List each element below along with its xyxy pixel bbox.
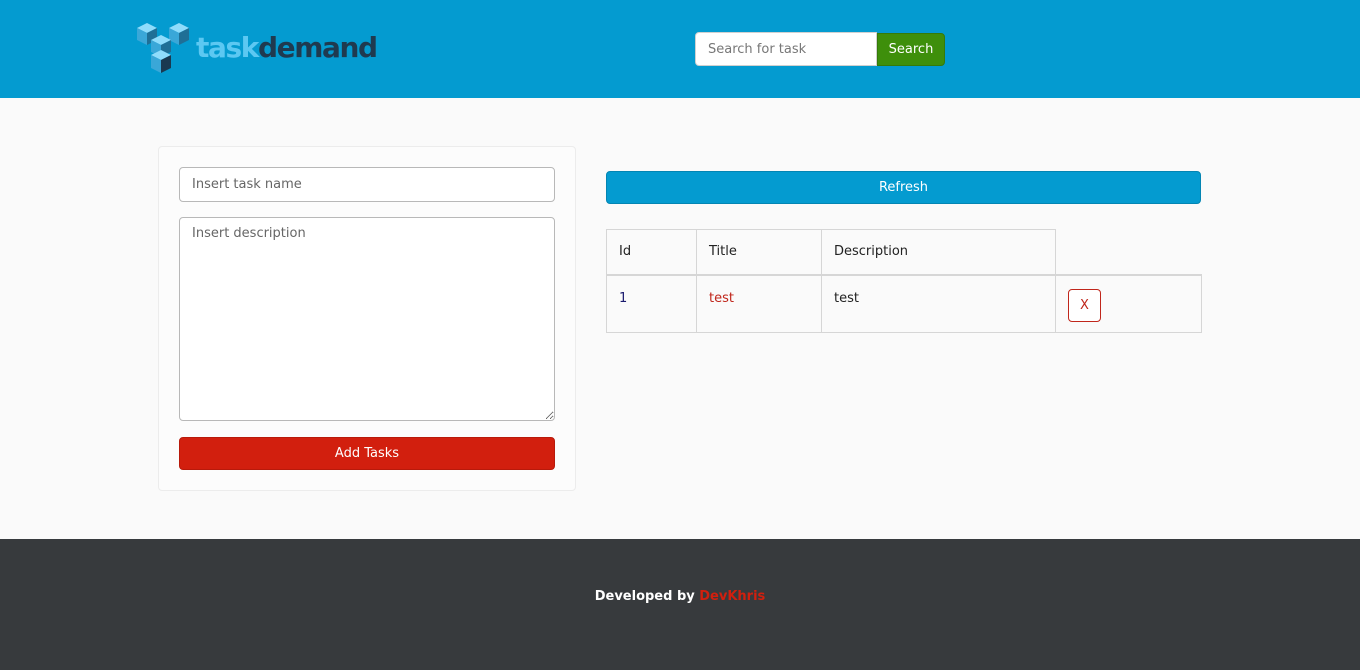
task-description-cell: test [821, 274, 1056, 333]
logo-text-task: task [196, 31, 259, 64]
column-header-actions [1055, 229, 1202, 276]
add-task-form: Add Tasks [158, 146, 576, 491]
column-header-title: Title [696, 229, 822, 276]
task-actions-cell: X [1055, 274, 1202, 333]
search-input[interactable] [695, 32, 877, 66]
table-row: 1 test test X [606, 274, 1202, 333]
footer: Developed by DevKhris [0, 539, 1360, 670]
task-title-cell[interactable]: test [696, 274, 822, 333]
column-header-description: Description [821, 229, 1056, 276]
tasks-table: Id Title Description 1 test test X [606, 229, 1202, 333]
column-header-id: Id [606, 229, 697, 276]
table-header-row: Id Title Description [606, 229, 1202, 276]
delete-task-button[interactable]: X [1068, 288, 1101, 322]
header: taskdemand Search [0, 0, 1360, 98]
task-name-input[interactable] [179, 167, 555, 202]
refresh-button[interactable]: Refresh [606, 171, 1201, 204]
footer-credit: Developed by DevKhris [0, 589, 1360, 604]
logo-text-demand: demand [257, 31, 378, 64]
search-button[interactable]: Search [877, 33, 945, 66]
add-tasks-button[interactable]: Add Tasks [179, 437, 555, 470]
task-id-cell: 1 [606, 274, 697, 333]
footer-author-link[interactable]: DevKhris [699, 589, 765, 604]
stacked-cubes-icon [137, 23, 189, 73]
task-description-input[interactable] [179, 217, 555, 421]
footer-prefix: Developed by [594, 589, 700, 604]
logo[interactable]: taskdemand [137, 22, 378, 74]
logo-text: taskdemand [196, 31, 378, 64]
